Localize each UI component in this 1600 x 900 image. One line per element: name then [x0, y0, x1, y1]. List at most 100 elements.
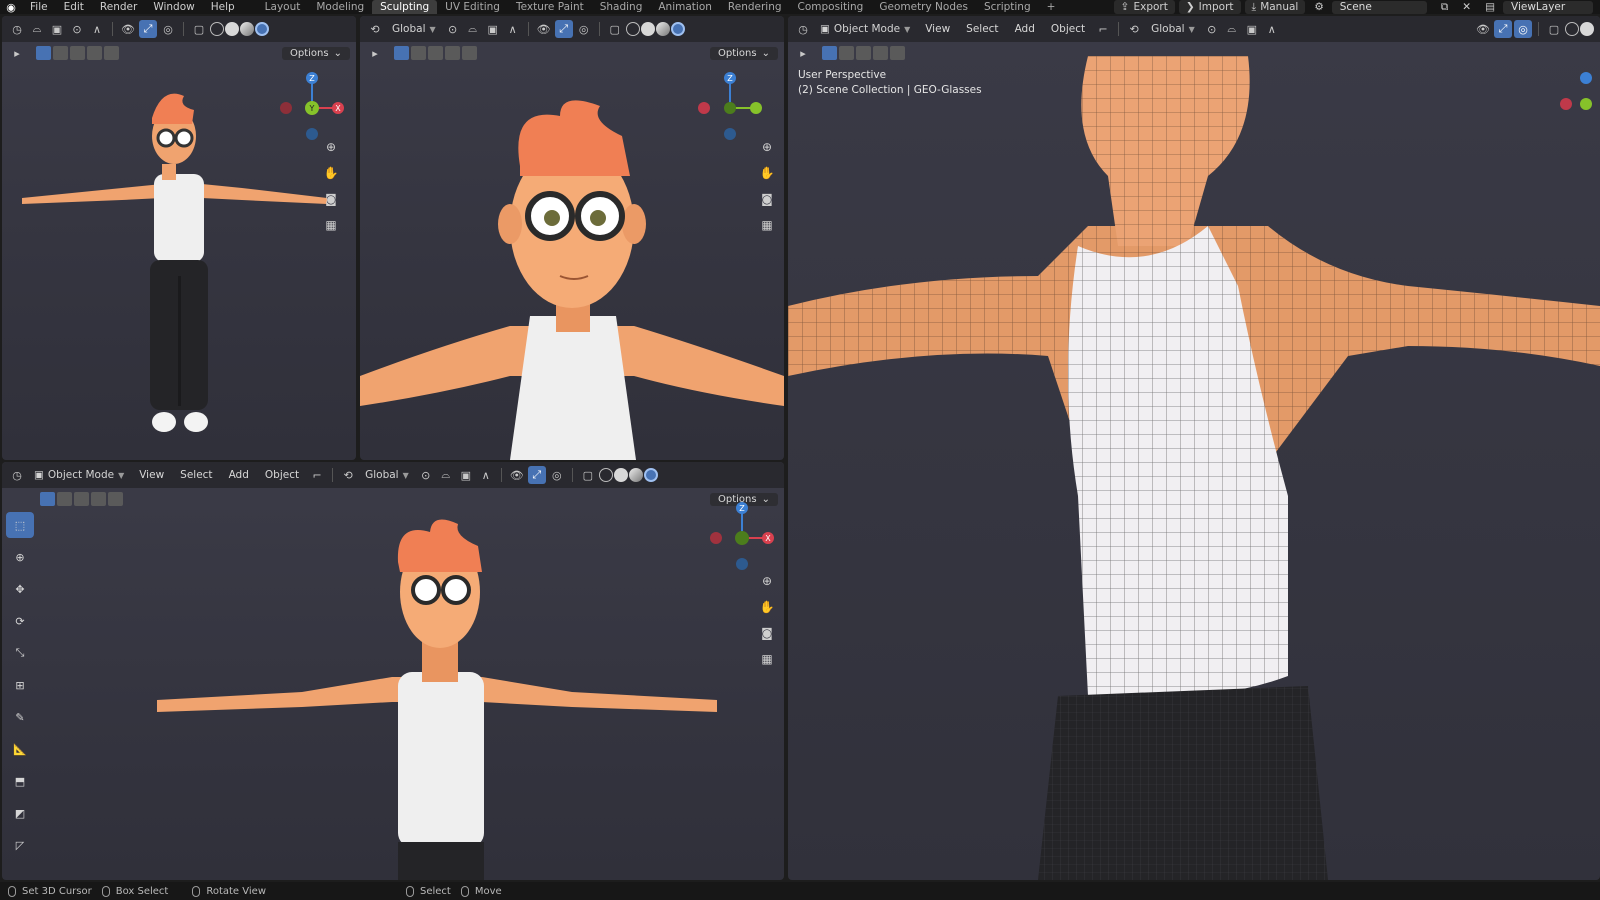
tab-compositing[interactable]: Compositing: [790, 0, 872, 14]
select-box-tool-icon[interactable]: ⬚: [6, 512, 34, 538]
select-tool-icon[interactable]: ▸: [794, 44, 812, 62]
gizmo-x-label[interactable]: X: [335, 104, 341, 113]
tab-scripting[interactable]: Scripting: [976, 0, 1039, 14]
overlay-icon[interactable]: ◎: [1514, 20, 1532, 38]
wireframe-shading-icon[interactable]: [625, 22, 640, 36]
falloff-icon[interactable]: ⌐: [1094, 20, 1112, 38]
overlay-icon[interactable]: ◎: [575, 20, 593, 38]
selection-mode-buttons[interactable]: [36, 46, 119, 60]
visibility-icon[interactable]: 👁: [1474, 20, 1492, 38]
viewlayer-selector[interactable]: ▤ ViewLayer: [1478, 0, 1600, 14]
select-tool-icon[interactable]: ▸: [366, 44, 384, 62]
falloff-icon[interactable]: ∧: [504, 20, 522, 38]
solid-shading-icon[interactable]: [640, 22, 655, 36]
snap-icon[interactable]: ⌓: [464, 20, 482, 38]
add-cube-tool-icon[interactable]: ⬒: [6, 768, 34, 794]
proportional-icon[interactable]: ▣: [48, 20, 66, 38]
mode-dropdown[interactable]: ▣ Object Mode ▼: [28, 466, 130, 484]
gizmo-toggle-icon[interactable]: ⤢: [1494, 20, 1512, 38]
menu-view[interactable]: View: [132, 469, 171, 481]
shading-modes[interactable]: [598, 468, 658, 482]
manual-button[interactable]: ⤓ Manual: [1244, 0, 1306, 14]
proportional-icon[interactable]: ▣: [457, 466, 475, 484]
snap-icon[interactable]: ⌓: [1223, 20, 1241, 38]
move-tool-icon[interactable]: ✥: [6, 576, 34, 602]
gizmo-y-label[interactable]: Y: [309, 104, 315, 113]
export-button[interactable]: ⇪ Export: [1113, 0, 1175, 14]
falloff-icon[interactable]: ∧: [88, 20, 106, 38]
wireframe-shading-icon[interactable]: [598, 468, 613, 482]
tab-shading[interactable]: Shading: [592, 0, 651, 14]
viewlayer-field[interactable]: ViewLayer: [1503, 0, 1593, 14]
orientation-icon[interactable]: ⟲: [366, 20, 384, 38]
wireframe-shading-icon[interactable]: [1565, 22, 1579, 36]
xray-icon[interactable]: ▢: [190, 20, 208, 38]
solid-shading-icon[interactable]: [613, 468, 628, 482]
xray-icon[interactable]: ▢: [606, 20, 624, 38]
pan-hand-icon[interactable]: ✋: [758, 598, 776, 616]
navigation-gizmo[interactable]: Z X: [702, 498, 782, 578]
grid-icon[interactable]: ▦: [758, 216, 776, 234]
selection-mode-buttons[interactable]: [822, 46, 905, 60]
orientation-icon[interactable]: ⟲: [1125, 20, 1143, 38]
pan-hand-icon[interactable]: ✋: [322, 164, 340, 182]
zoom-icon[interactable]: ⊕: [758, 572, 776, 590]
editor-type-icon[interactable]: ◷: [794, 20, 812, 38]
gizmo-z-label[interactable]: Z: [309, 74, 315, 83]
shading-modes[interactable]: [1565, 22, 1594, 36]
tab-animation[interactable]: Animation: [650, 0, 720, 14]
material-shading-icon[interactable]: [655, 22, 670, 36]
editor-type-icon[interactable]: ◷: [8, 20, 26, 38]
options-dropdown[interactable]: Options ⌄: [710, 46, 778, 60]
gizmo-toggle-icon[interactable]: ⤢: [527, 466, 546, 484]
menu-render[interactable]: Render: [92, 0, 145, 14]
scene-copy-icon[interactable]: ⧉: [1434, 0, 1456, 14]
gizmo-z-label[interactable]: Z: [727, 74, 733, 83]
selection-mode-buttons[interactable]: [40, 492, 123, 506]
viewport-right[interactable]: ◷ ▣ Object Mode ▼ View Select Add Object ⌐…: [788, 16, 1600, 880]
menu-add[interactable]: Add: [222, 469, 256, 481]
camera-icon[interactable]: ◙: [322, 190, 340, 208]
tab-sculpting[interactable]: Sculpting: [372, 0, 438, 14]
visibility-icon[interactable]: 👁: [508, 466, 526, 484]
scene-field[interactable]: Scene: [1331, 0, 1427, 14]
annotate-tool-icon[interactable]: ✎: [6, 704, 34, 730]
mode-dropdown[interactable]: ▣ Object Mode ▼: [814, 20, 916, 38]
navigation-gizmo[interactable]: [1558, 68, 1600, 148]
pivot-icon[interactable]: ⊙: [444, 20, 462, 38]
menu-edit[interactable]: Edit: [56, 0, 92, 14]
snap-icon[interactable]: ⌓: [437, 466, 455, 484]
zoom-icon[interactable]: ⊕: [758, 138, 776, 156]
zoom-icon[interactable]: ⊕: [322, 138, 340, 156]
transform-orientation-dropdown[interactable]: Global ▼: [359, 466, 415, 484]
proportional-icon[interactable]: ▣: [484, 20, 502, 38]
overlay-icon[interactable]: ◎: [548, 466, 566, 484]
transform-tool-icon[interactable]: ⊞: [6, 672, 34, 698]
shading-modes[interactable]: [210, 22, 269, 36]
menu-object[interactable]: Object: [258, 469, 306, 481]
rendered-shading-icon[interactable]: [670, 22, 685, 36]
orientation-icon[interactable]: ⟲: [339, 466, 357, 484]
scene-close-icon[interactable]: ✕: [1455, 0, 1478, 14]
cursor-tool-icon[interactable]: ⊕: [6, 544, 34, 570]
viewport-top-left[interactable]: ◷ ⌓ ▣ ⊙ ∧ 👁 ⤢ ◎ ▢ ▸ Options ⌄ Z X Y ⊕ ✋ …: [2, 16, 356, 460]
import-button[interactable]: ❯ Import: [1178, 0, 1241, 14]
tab-layout[interactable]: Layout: [257, 0, 309, 14]
blender-logo-icon[interactable]: ◉: [0, 1, 22, 14]
camera-icon[interactable]: ◙: [758, 624, 776, 642]
material-shading-icon[interactable]: [240, 22, 254, 36]
menu-add[interactable]: Add: [1008, 23, 1042, 35]
solid-shading-icon[interactable]: [1580, 22, 1594, 36]
xray-icon[interactable]: ▢: [579, 466, 597, 484]
menu-select[interactable]: Select: [173, 469, 219, 481]
falloff-icon[interactable]: ⌐: [308, 466, 326, 484]
tab-texture-paint[interactable]: Texture Paint: [508, 0, 592, 14]
overlay-icon[interactable]: ◎: [159, 20, 177, 38]
shading-modes[interactable]: [625, 22, 685, 36]
scale-tool-icon[interactable]: ⤡: [6, 640, 34, 666]
material-shading-icon[interactable]: [628, 468, 643, 482]
select-tool-icon[interactable]: ▸: [8, 44, 26, 62]
navigation-gizmo[interactable]: Z X Y: [272, 68, 352, 148]
grid-icon[interactable]: ▦: [758, 650, 776, 668]
visibility-icon[interactable]: 👁: [119, 20, 137, 38]
